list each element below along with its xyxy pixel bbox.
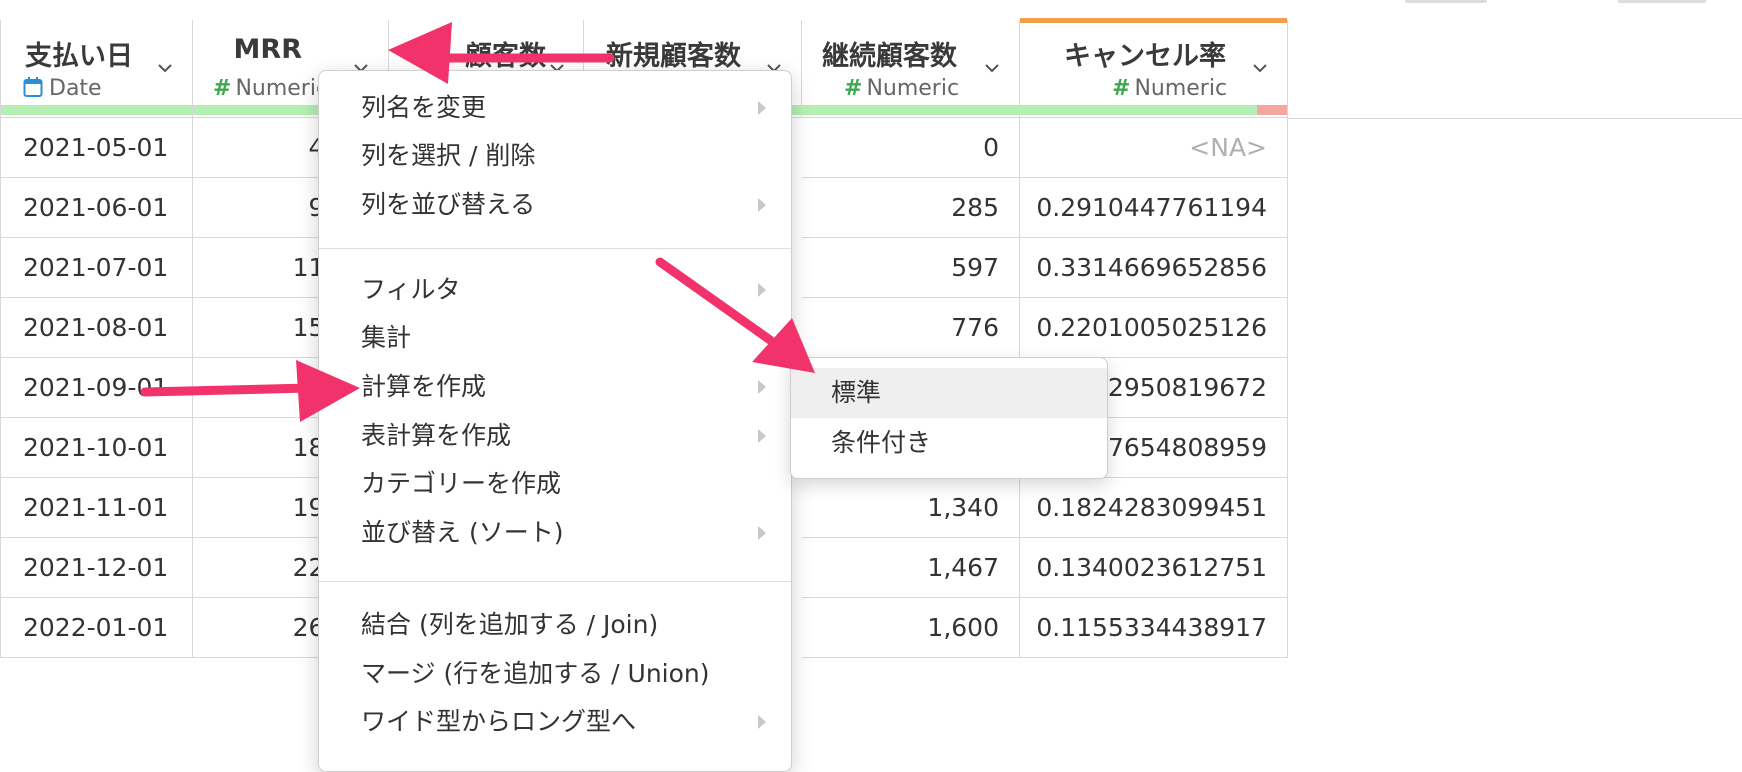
cell-cancel-rate[interactable]: 0.1155334438917 (1020, 598, 1288, 658)
create-calculation-submenu: 標準 条件付き (790, 357, 1108, 479)
cell-continuing-customers[interactable]: 1,340 (802, 478, 1020, 538)
data-quality-bar (1, 105, 192, 115)
cell-continuing-customers[interactable]: 597 (802, 238, 1020, 298)
menu-item-create-table-calculation[interactable]: 表計算を作成 (319, 412, 791, 460)
missing-values-bar (1257, 105, 1287, 115)
menu-item-rename-column[interactable]: 列名を変更 (319, 84, 791, 132)
cell-date[interactable]: 2021-08-01 (0, 298, 193, 358)
menu-item-label: 列名を変更 (361, 93, 487, 122)
menu-item-join[interactable]: 結合 (列を追加する / Join) (319, 601, 791, 649)
cell-continuing-customers[interactable]: 1,600 (802, 598, 1020, 658)
chevron-right-icon (758, 283, 766, 297)
column-context-menu: 列名を変更 列を選択 / 削除 列を並び替える フィルタ 集計 計算を作成 表計… (318, 70, 792, 772)
cell-date[interactable]: 2021-05-01 (0, 118, 193, 178)
menu-item-label: 列を選択 / 削除 (361, 141, 536, 170)
column-header-continuing-customers[interactable]: 継続顧客数 # Numeric (802, 20, 1020, 118)
numeric-hash-icon: # (844, 76, 863, 101)
menu-divider (319, 581, 791, 582)
cell-date[interactable]: 2021-12-01 (0, 538, 193, 598)
menu-item-label: マージ (行を追加する / Union) (361, 659, 710, 688)
cell-continuing-customers[interactable]: 776 (802, 298, 1020, 358)
data-quality-bar (1020, 105, 1287, 115)
menu-item-label: 集計 (361, 323, 412, 352)
menu-item-label: 計算を作成 (361, 372, 487, 401)
cell-date[interactable]: 2021-10-01 (0, 418, 193, 478)
column-name: 継続顧客数 (822, 41, 957, 72)
top-toolbar-strip (0, 0, 1742, 20)
menu-item-label: 並び替え (ソート) (361, 518, 564, 547)
cell-date[interactable]: 2021-06-01 (0, 178, 193, 238)
submenu-item-standard[interactable]: 標準 (791, 368, 1107, 418)
cell-date[interactable]: 2021-11-01 (0, 478, 193, 538)
menu-item-create-calculation[interactable]: 計算を作成 (319, 363, 791, 411)
menu-item-filter[interactable]: フィルタ (319, 266, 791, 314)
cell-cancel-rate[interactable]: 0.2910447761194 (1020, 178, 1288, 238)
menu-item-label: 列を並び替える (361, 190, 536, 219)
column-name: 新規顧客数 (606, 41, 741, 72)
cell-cancel-rate[interactable]: 0.1340023612751 (1020, 538, 1288, 598)
cell-cancel-rate[interactable]: <NA> (1020, 118, 1288, 178)
menu-item-label: フィルタ (361, 275, 461, 304)
submenu-item-conditional[interactable]: 条件付き (791, 418, 1107, 468)
numeric-hash-icon: # (213, 76, 232, 101)
chevron-right-icon (758, 526, 766, 540)
toolbar-button[interactable] (1618, 0, 1706, 3)
cell-date[interactable]: 2022-01-01 (0, 598, 193, 658)
column-type: #Numeric (1112, 76, 1228, 101)
column-type: #Numeric (844, 76, 960, 101)
column-name: MRR (233, 34, 302, 65)
chevron-down-icon[interactable] (157, 60, 173, 76)
column-name: 顧客数 (465, 41, 546, 72)
selected-column-accent (1020, 18, 1287, 23)
column-type: #Numeric (213, 76, 329, 101)
chevron-down-icon[interactable] (984, 60, 1000, 76)
data-quality-bar (802, 105, 1019, 115)
toolbar-button[interactable] (1405, 0, 1487, 3)
chevron-right-icon (758, 380, 766, 394)
header-bottom-line (1288, 118, 1742, 119)
menu-item-label: 結合 (列を追加する / Join) (361, 610, 659, 639)
chevron-right-icon (758, 715, 766, 729)
cell-cancel-rate[interactable]: 0.1824283099451 (1020, 478, 1288, 538)
chevron-down-icon[interactable] (1252, 60, 1268, 76)
menu-item-label: カテゴリーを作成 (361, 469, 562, 498)
column-header-cancel-rate[interactable]: キャンセル率 # Numeric (1020, 18, 1288, 118)
calendar-icon (23, 77, 43, 97)
menu-item-union[interactable]: マージ (行を追加する / Union) (319, 650, 791, 698)
chevron-right-icon (758, 429, 766, 443)
menu-item-sort[interactable]: 並び替え (ソート) (319, 509, 791, 557)
cell-date[interactable]: 2021-09-01 (0, 358, 193, 418)
cell-cancel-rate[interactable]: 0.3314669652856 (1020, 238, 1288, 298)
chevron-right-icon (758, 101, 766, 115)
menu-item-wide-to-long[interactable]: ワイド型からロング型へ (319, 698, 791, 746)
cell-continuing-customers[interactable]: 1,467 (802, 538, 1020, 598)
column-name: 支払い日 (25, 41, 133, 72)
menu-item-label: ワイド型からロング型へ (361, 707, 637, 736)
cell-continuing-customers[interactable]: 285 (802, 178, 1020, 238)
column-type: Date (23, 76, 102, 101)
menu-item-select-delete-columns[interactable]: 列を選択 / 削除 (319, 132, 791, 180)
column-header-payment-date[interactable]: 支払い日 Date (0, 20, 193, 118)
menu-item-reorder-columns[interactable]: 列を並び替える (319, 181, 791, 229)
numeric-hash-icon: # (1112, 76, 1131, 101)
menu-item-create-category[interactable]: カテゴリーを作成 (319, 460, 791, 508)
chevron-right-icon (758, 198, 766, 212)
menu-divider (319, 248, 791, 249)
menu-item-aggregate[interactable]: 集計 (319, 314, 791, 362)
cell-continuing-customers[interactable]: 0 (802, 118, 1020, 178)
cell-cancel-rate[interactable]: 0.2201005025126 (1020, 298, 1288, 358)
menu-item-label: 表計算を作成 (361, 421, 512, 450)
cell-date[interactable]: 2021-07-01 (0, 238, 193, 298)
column-name: キャンセル率 (1064, 41, 1226, 72)
